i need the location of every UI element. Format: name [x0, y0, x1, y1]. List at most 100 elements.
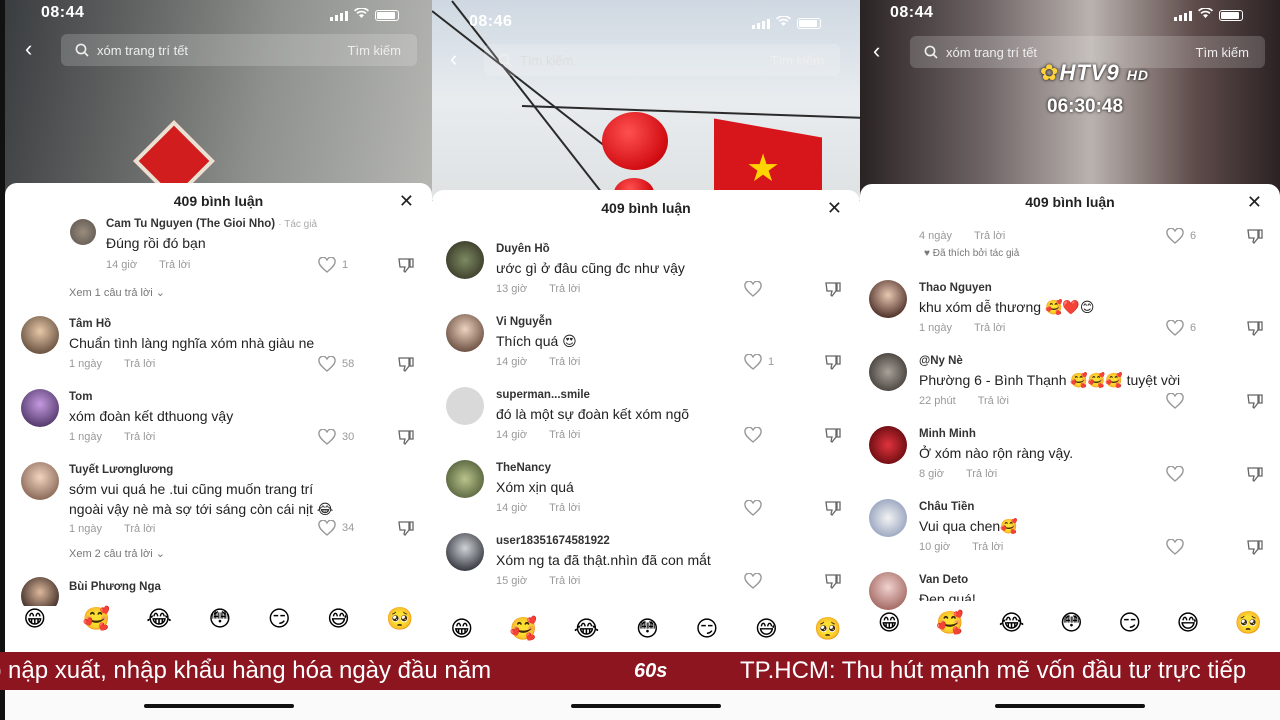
avatar[interactable] — [21, 462, 59, 500]
search-bar[interactable]: Tìm kiếm Tìm kiếm — [484, 44, 840, 76]
search-button[interactable]: Tìm kiếm — [1196, 45, 1249, 60]
reply-button[interactable]: Trả lời — [549, 502, 580, 514]
emoji-joy[interactable]: 😂 — [146, 606, 172, 632]
reply-button[interactable]: Trả lời — [159, 259, 190, 271]
emoji-sweat-smile[interactable]: 😅 — [327, 606, 350, 632]
like-button[interactable] — [744, 427, 768, 443]
reply-button[interactable]: Trả lời — [974, 230, 1005, 242]
like-button[interactable] — [744, 281, 768, 297]
comment-author[interactable]: Vi Nguyễn — [496, 316, 552, 328]
avatar[interactable] — [21, 389, 59, 427]
emoji-flushed[interactable]: 😳 — [208, 606, 231, 632]
emoji-smirk[interactable]: 😏 — [268, 606, 291, 632]
dislike-icon[interactable] — [825, 354, 841, 375]
reply-button[interactable]: Trả lời — [549, 575, 580, 587]
emoji-grin[interactable]: 😁 — [23, 606, 46, 632]
dislike-icon[interactable] — [398, 429, 414, 450]
emoji-joy[interactable]: 😂 — [574, 616, 600, 642]
close-icon[interactable]: ✕ — [399, 191, 414, 212]
emoji-pleading[interactable]: 🥺 — [1235, 610, 1262, 636]
comment-author[interactable]: TheNancy — [496, 462, 551, 474]
reply-button[interactable]: Trả lời — [972, 541, 1003, 553]
like-button[interactable]: 1 — [318, 257, 348, 273]
comment-author[interactable]: Bùi Phương Nga — [69, 581, 161, 593]
like-button[interactable] — [1166, 466, 1190, 482]
emoji-sweat-smile[interactable]: 😅 — [755, 616, 778, 642]
avatar[interactable] — [21, 316, 59, 354]
search-input[interactable]: Tìm kiếm — [520, 53, 771, 68]
emoji-grin[interactable]: 😁 — [878, 610, 901, 636]
comment-author[interactable]: Minh Minh — [919, 428, 976, 440]
emoji-grin[interactable]: 😁 — [450, 616, 473, 642]
like-button[interactable]: 58 — [318, 356, 354, 372]
comment-author[interactable]: Châu Tiền — [919, 501, 974, 513]
like-button[interactable]: 34 — [318, 520, 354, 536]
reply-button[interactable]: Trả lời — [124, 431, 155, 443]
search-input[interactable]: xóm trang trí tết — [97, 43, 348, 58]
search-bar[interactable]: xóm trang trí tết Tìm kiếm — [61, 34, 417, 66]
reply-button[interactable]: Trả lời — [966, 468, 997, 480]
view-replies-link[interactable]: Xem 2 câu trả lời ⌄ — [69, 547, 165, 560]
like-button[interactable]: 1 — [744, 354, 774, 370]
search-button[interactable]: Tìm kiếm — [348, 43, 401, 58]
avatar[interactable] — [869, 426, 907, 464]
search-button[interactable]: Tìm kiếm — [771, 53, 824, 68]
comment-author[interactable]: Thao Nguyen — [919, 282, 992, 294]
like-button[interactable] — [744, 573, 768, 589]
emoji-pleading[interactable]: 🥺 — [386, 606, 413, 632]
like-button[interactable] — [1166, 393, 1190, 409]
emoji-smiling-hearts[interactable]: 🥰 — [936, 610, 963, 636]
emoji-flushed[interactable]: 😳 — [1060, 610, 1083, 636]
dislike-icon[interactable] — [1247, 539, 1263, 560]
avatar[interactable] — [446, 533, 484, 571]
reply-button[interactable]: Trả lời — [549, 356, 580, 368]
avatar[interactable] — [869, 499, 907, 537]
dislike-icon[interactable] — [398, 520, 414, 541]
comment-author[interactable]: Tom — [69, 391, 92, 403]
back-arrow-icon[interactable]: ‹ — [873, 38, 880, 64]
comment-author[interactable]: superman...smile — [496, 389, 590, 401]
comment-author[interactable]: Tuyết Lươnglương — [69, 464, 173, 476]
close-icon[interactable]: ✕ — [827, 198, 842, 219]
dislike-icon[interactable] — [1247, 228, 1263, 249]
reply-button[interactable]: Trả lời — [124, 358, 155, 370]
like-button[interactable]: 6 — [1166, 228, 1196, 244]
dislike-icon[interactable] — [825, 281, 841, 302]
avatar[interactable] — [446, 460, 484, 498]
avatar[interactable] — [446, 314, 484, 352]
like-button[interactable]: 6 — [1166, 320, 1196, 336]
avatar[interactable] — [869, 280, 907, 318]
close-icon[interactable]: ✕ — [1247, 192, 1262, 213]
like-button[interactable]: 30 — [318, 429, 354, 445]
dislike-icon[interactable] — [1247, 393, 1263, 414]
emoji-smiling-hearts[interactable]: 🥰 — [510, 616, 537, 642]
search-input[interactable]: xóm trang trí tết — [946, 45, 1196, 60]
like-button[interactable] — [1166, 539, 1190, 555]
comment-author[interactable]: Tâm Hồ — [69, 318, 111, 330]
comment-author[interactable]: Van Deto — [919, 574, 968, 586]
emoji-smirk[interactable]: 😏 — [1118, 610, 1141, 636]
like-button[interactable] — [744, 500, 768, 516]
reply-button[interactable]: Trả lời — [974, 322, 1005, 334]
emoji-sweat-smile[interactable]: 😅 — [1177, 610, 1200, 636]
dislike-icon[interactable] — [398, 257, 414, 278]
dislike-icon[interactable] — [825, 427, 841, 448]
avatar[interactable] — [869, 353, 907, 391]
reply-button[interactable]: Trả lời — [549, 429, 580, 441]
reply-button[interactable]: Trả lời — [549, 283, 580, 295]
dislike-icon[interactable] — [1247, 466, 1263, 487]
dislike-icon[interactable] — [1247, 320, 1263, 341]
avatar[interactable] — [869, 572, 907, 610]
emoji-joy[interactable]: 😂 — [999, 610, 1025, 636]
dislike-icon[interactable] — [398, 356, 414, 377]
dislike-icon[interactable] — [825, 500, 841, 521]
emoji-flushed[interactable]: 😳 — [636, 616, 659, 642]
avatar[interactable] — [446, 241, 484, 279]
back-arrow-icon[interactable]: ‹ — [25, 36, 32, 62]
comment-author[interactable]: user18351674581922 — [496, 535, 610, 547]
avatar[interactable] — [446, 387, 484, 425]
emoji-smirk[interactable]: 😏 — [695, 616, 718, 642]
view-replies-link[interactable]: Xem 1 câu trả lời ⌄ — [69, 286, 165, 299]
emoji-smiling-hearts[interactable]: 🥰 — [83, 606, 110, 632]
comment-author[interactable]: @Ny Nè — [919, 355, 963, 367]
